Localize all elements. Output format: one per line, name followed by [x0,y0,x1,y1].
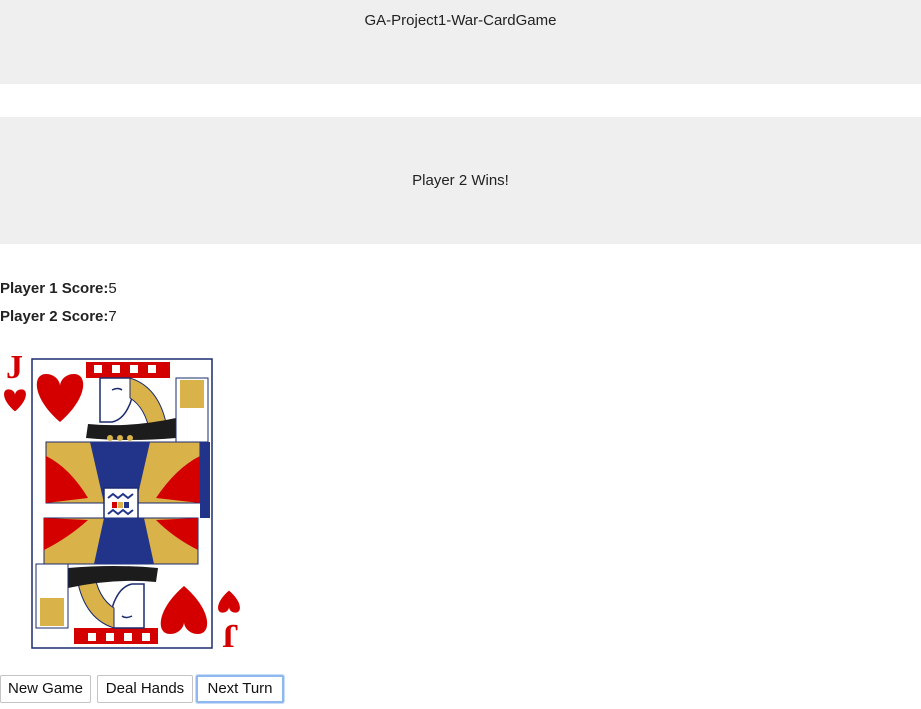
player2-score-value: 7 [108,308,117,325]
next-turn-button[interactable]: Next Turn [196,675,284,703]
player2-score-label: Player 2 Score: [0,308,109,325]
card-rank-top: J [6,349,23,386]
player2-score: Player 2 Score:7 [0,308,117,325]
center-emblem [103,487,139,523]
playing-card: J J [0,338,245,668]
player1-score-label: Player 1 Score: [0,280,109,297]
player1-score: Player 1 Score:5 [0,280,117,297]
app-title: GA-Project1-War-CardGame [364,12,557,29]
app-header: GA-Project1-War-CardGame [0,0,921,84]
result-banner: Player 2 Wins! [0,117,921,244]
card-rank-bottom: J [222,617,239,654]
player1-score-value: 5 [108,280,117,297]
deal-hands-button[interactable]: Deal Hands [97,675,193,703]
result-message: Player 2 Wins! [412,172,509,189]
card-suit-top [4,389,26,412]
new-game-button[interactable]: New Game [0,675,91,703]
